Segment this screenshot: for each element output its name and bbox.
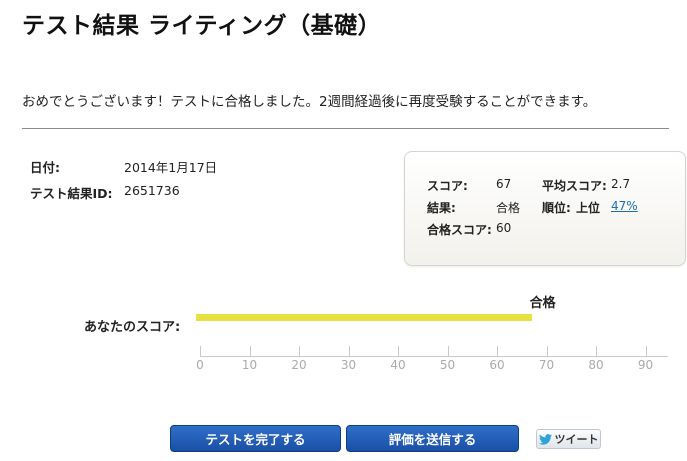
average-score-label: 平均スコア: (542, 179, 607, 193)
axis-tick-label: 90 (637, 358, 654, 372)
date-value: 2014年1月17日 (124, 160, 218, 175)
result-id-value: 2651736 (124, 183, 180, 198)
axis-tick-label: 30 (340, 358, 357, 372)
average-score-value: 2.7 (611, 177, 631, 191)
axis-tick-label: 0 (196, 358, 204, 372)
page-title: テスト結果 ライティング（基礎） (22, 13, 382, 39)
divider (22, 128, 669, 129)
axis-tick (398, 346, 399, 356)
result-message: おめでとうございます！テストに合格しました。2週間経過後に再度受験することができ… (22, 94, 597, 110)
score-bar (196, 314, 532, 321)
tweet-label: ツイート (554, 433, 599, 446)
axis-tick-label: 20 (291, 358, 307, 372)
chart-axis-line (200, 356, 668, 357)
axis-tick (299, 346, 300, 356)
score-label: スコア: (427, 179, 468, 193)
score-summary-box: スコア: 67 平均スコア: 2.7 結果: 合格 順位: 上位 47% 合格ス… (404, 151, 686, 266)
axis-tick (497, 346, 498, 356)
send-rating-button[interactable]: 評価を送信する (346, 425, 519, 452)
axis-tick-label: 80 (588, 358, 604, 372)
axis-tick (249, 346, 251, 356)
axis-tick (200, 346, 201, 356)
axis-tick-label: 40 (390, 358, 406, 372)
result-value: 合格 (496, 201, 521, 215)
axis-tick-label: 60 (489, 358, 505, 372)
rank-value: 上位 (576, 201, 601, 215)
axis-tick (596, 346, 597, 356)
axis-tick (645, 346, 647, 356)
tweet-button[interactable]: ツイート (536, 429, 601, 449)
result-label: 結果: (427, 201, 456, 215)
axis-tick-label: 70 (538, 358, 555, 372)
axis-tick (447, 346, 449, 356)
axis-tick-label: 50 (439, 358, 456, 372)
test-result-page: テスト結果 ライティング（基礎） おめでとうございます！テストに合格しました。2… (0, 0, 687, 461)
score-value: 67 (496, 177, 512, 191)
result-id-label: テスト結果ID: (30, 186, 113, 201)
pass-score-label: 合格スコア: (427, 223, 492, 237)
axis-tick (546, 346, 548, 356)
axis-tick-label: 10 (241, 358, 258, 372)
rank-label: 順位: (542, 201, 571, 215)
twitter-bird-icon (538, 433, 552, 445)
pass-score-value: 60 (496, 221, 512, 235)
axis-tick (348, 346, 350, 356)
your-score-label: あなたのスコア: (84, 320, 181, 335)
complete-test-button[interactable]: テストを完了する (170, 425, 341, 452)
date-label: 日付: (30, 160, 60, 175)
rank-percent-link[interactable]: 47% (611, 199, 638, 213)
pass-annotation: 合格 (529, 296, 556, 311)
